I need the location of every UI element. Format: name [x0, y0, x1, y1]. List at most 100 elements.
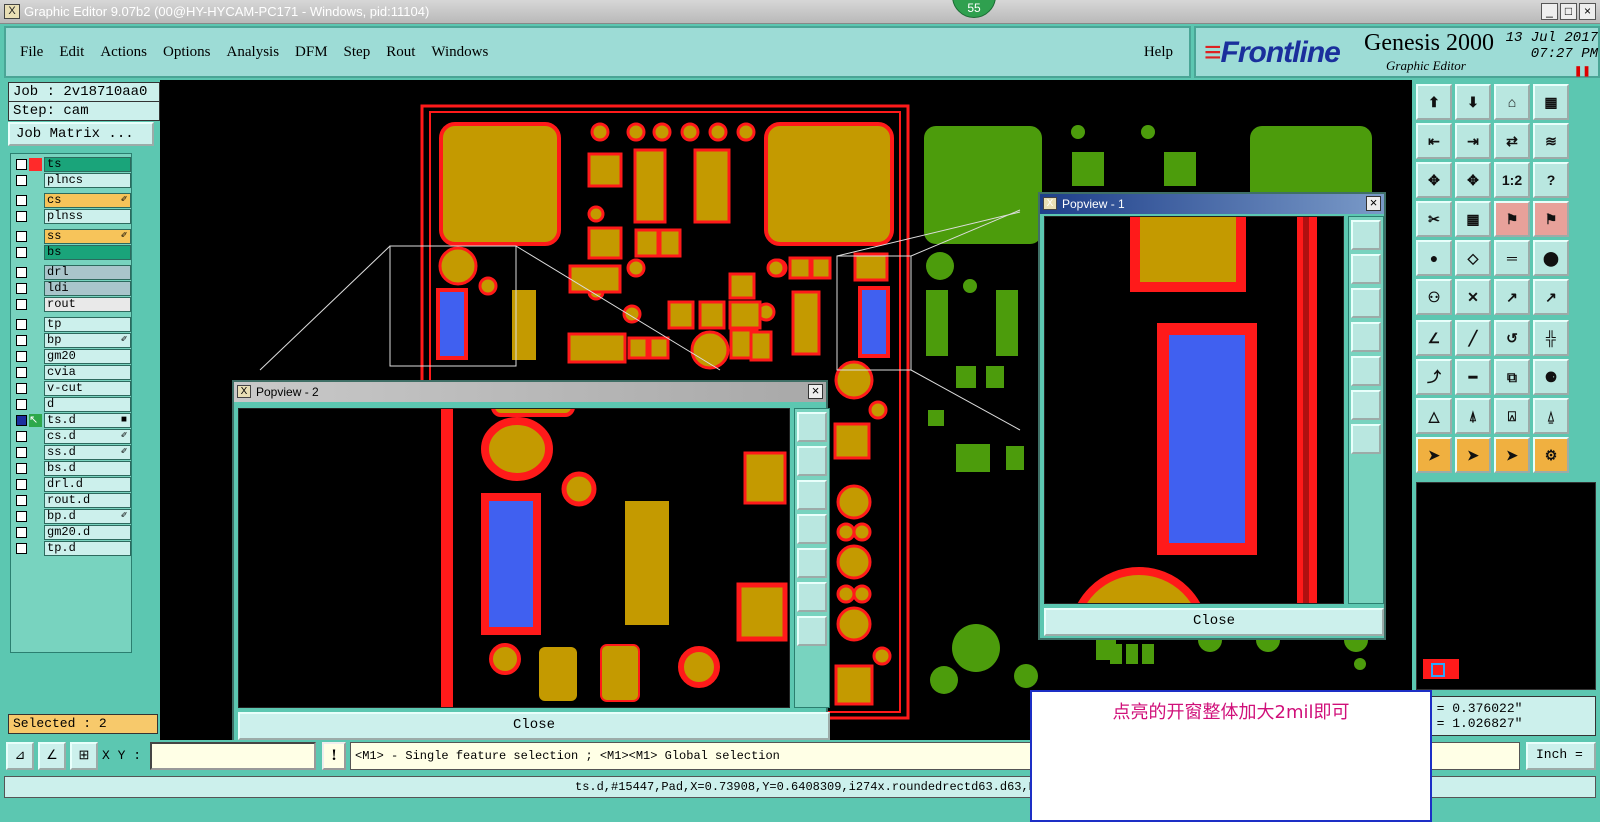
swap-icon[interactable]: ⇄ — [1494, 123, 1530, 159]
menu-rout[interactable]: Rout — [386, 44, 415, 61]
pan-down-button[interactable] — [797, 480, 827, 510]
layer-checkbox[interactable] — [16, 194, 27, 206]
grid-icon[interactable]: ▦ — [1455, 201, 1491, 237]
measure-icon[interactable]: ⚑ — [1494, 201, 1530, 237]
scale-icon[interactable]: 1:2 — [1494, 162, 1530, 198]
layer-row-cs-d[interactable]: cs.d ✐ — [13, 428, 131, 444]
window-icon[interactable]: ▦ — [1533, 84, 1569, 120]
layer-checkbox[interactable] — [16, 430, 27, 442]
zoom-out-button[interactable] — [1351, 390, 1381, 420]
popview-2-titlebar[interactable]: X Popview - 2 × — [234, 382, 826, 402]
layer-checkbox[interactable] — [16, 350, 27, 362]
options-icon[interactable]: ⚙ — [1533, 437, 1569, 473]
shape-icon[interactable]: ◇ — [1455, 240, 1491, 276]
layer-checkbox[interactable] — [16, 266, 27, 278]
menu-edit[interactable]: Edit — [59, 44, 84, 61]
arrow-icon[interactable]: ⍋ — [1455, 398, 1491, 434]
pan-left-button[interactable] — [1351, 322, 1381, 352]
line-red-icon[interactable]: ━ — [1455, 359, 1491, 395]
move-icon[interactable]: ↗ — [1494, 279, 1530, 315]
layer-row-gm20[interactable]: gm20 — [13, 348, 131, 364]
layer-row-drl-d[interactable]: drl.d — [13, 476, 131, 492]
layer-row-ss[interactable]: ss ✐ — [13, 228, 131, 244]
snap-icon[interactable]: ⊿ — [6, 742, 34, 770]
layer-row-bs[interactable]: bs — [13, 244, 131, 260]
popview-1-close-icon[interactable]: × — [1366, 196, 1381, 211]
minimize-button[interactable]: _ — [1541, 3, 1558, 20]
rotate-icon[interactable]: ↺ — [1494, 320, 1530, 356]
snap-icon[interactable]: ⚑ — [1533, 201, 1569, 237]
line-icon[interactable]: ∠ — [1416, 320, 1452, 356]
popview-1-canvas[interactable] — [1044, 216, 1344, 604]
layer-checkbox[interactable] — [16, 282, 27, 294]
layer-checkbox[interactable] — [16, 414, 27, 426]
connect-icon[interactable]: ⚇ — [1416, 279, 1452, 315]
layer-checkbox[interactable] — [16, 542, 27, 554]
fit-icon[interactable]: ✥ — [1455, 162, 1491, 198]
layer-checkbox[interactable] — [16, 494, 27, 506]
menu-step[interactable]: Step — [344, 44, 371, 61]
menu-help[interactable]: Help — [1144, 44, 1173, 61]
dot-icon[interactable]: ⬤ — [1533, 240, 1569, 276]
layer-row-bp[interactable]: bp ✐ — [13, 332, 131, 348]
select-zone-icon[interactable]: ➤ — [1494, 437, 1530, 473]
layer-row-ts[interactable]: ts — [13, 156, 131, 172]
zoom-in-button[interactable] — [797, 616, 827, 646]
layer-row-ldi[interactable]: ldi — [13, 280, 131, 296]
pad-icon[interactable]: ● — [1416, 240, 1452, 276]
copy-icon[interactable]: ↗ — [1533, 279, 1569, 315]
arc-icon[interactable]: ╱ — [1455, 320, 1491, 356]
layer-checkbox[interactable] — [16, 510, 27, 522]
layer-checkbox[interactable] — [16, 462, 27, 474]
layer-row-bs-d[interactable]: bs.d — [13, 460, 131, 476]
layer-checkbox[interactable] — [16, 526, 27, 538]
grid-icon[interactable]: ⊞ — [70, 742, 98, 770]
zoom-out-button[interactable] — [797, 582, 827, 612]
layer-checkbox[interactable] — [16, 158, 27, 170]
layer-checkbox[interactable] — [16, 478, 27, 490]
zoom-button[interactable] — [797, 412, 827, 442]
move-up-icon[interactable]: ⬆ — [1416, 84, 1452, 120]
layer-row-drl[interactable]: drl — [13, 264, 131, 280]
popview-2-close-icon[interactable]: × — [808, 384, 823, 399]
select-icon[interactable]: ➤ — [1416, 437, 1452, 473]
layer-row-tp-d[interactable]: tp.d — [13, 540, 131, 556]
menu-windows[interactable]: Windows — [431, 44, 488, 61]
delete-icon[interactable]: ✕ — [1455, 279, 1491, 315]
left-icon[interactable]: ⇤ — [1416, 123, 1452, 159]
layer-checkbox[interactable] — [16, 174, 27, 186]
layer-row-plnss[interactable]: plnss — [13, 208, 131, 224]
pan-right-button[interactable] — [797, 548, 827, 578]
menu-actions[interactable]: Actions — [100, 44, 147, 61]
pan-up-button[interactable] — [797, 446, 827, 476]
layer-checkbox[interactable] — [16, 298, 27, 310]
polygon-icon[interactable]: ⍓ — [1494, 398, 1530, 434]
layer-checkbox[interactable] — [16, 230, 27, 242]
pan-down-button[interactable] — [1351, 288, 1381, 318]
layer-checkbox[interactable] — [16, 398, 27, 410]
layer-row-ss-d[interactable]: ss.d ✐ — [13, 444, 131, 460]
select-box-icon[interactable]: ➤ — [1455, 437, 1491, 473]
popview-2-canvas[interactable] — [238, 408, 790, 708]
layer-checkbox[interactable] — [16, 210, 27, 222]
layer-row-v-cut[interactable]: v-cut — [13, 380, 131, 396]
cut-icon[interactable]: ✂ — [1416, 201, 1452, 237]
layers-icon[interactable]: ≋ — [1533, 123, 1569, 159]
home-icon[interactable]: ⌂ — [1494, 84, 1530, 120]
route-icon[interactable]: ⤴ — [1416, 359, 1452, 395]
layer-row-tp[interactable]: tp — [13, 316, 131, 332]
zoom-in-button[interactable] — [1351, 424, 1381, 454]
right-icon[interactable]: ⇥ — [1455, 123, 1491, 159]
pan-icon[interactable]: ✥ — [1416, 162, 1452, 198]
layer-row-rout-d[interactable]: rout.d — [13, 492, 131, 508]
layer-row-cs[interactable]: cs ✐ — [13, 192, 131, 208]
move-down-icon[interactable]: ⬇ — [1455, 84, 1491, 120]
pan-right-button[interactable] — [1351, 356, 1381, 386]
job-matrix-button[interactable]: Job Matrix ... — [8, 122, 154, 146]
layer-row-rout[interactable]: rout — [13, 296, 131, 312]
layer-checkbox[interactable] — [16, 446, 27, 458]
help-icon[interactable]: ? — [1533, 162, 1569, 198]
units-select[interactable]: Inch = — [1526, 742, 1596, 770]
layer-row-ts-d[interactable]: ↖ ts.d ■ — [13, 412, 131, 428]
maximize-button[interactable]: □ — [1560, 3, 1577, 20]
